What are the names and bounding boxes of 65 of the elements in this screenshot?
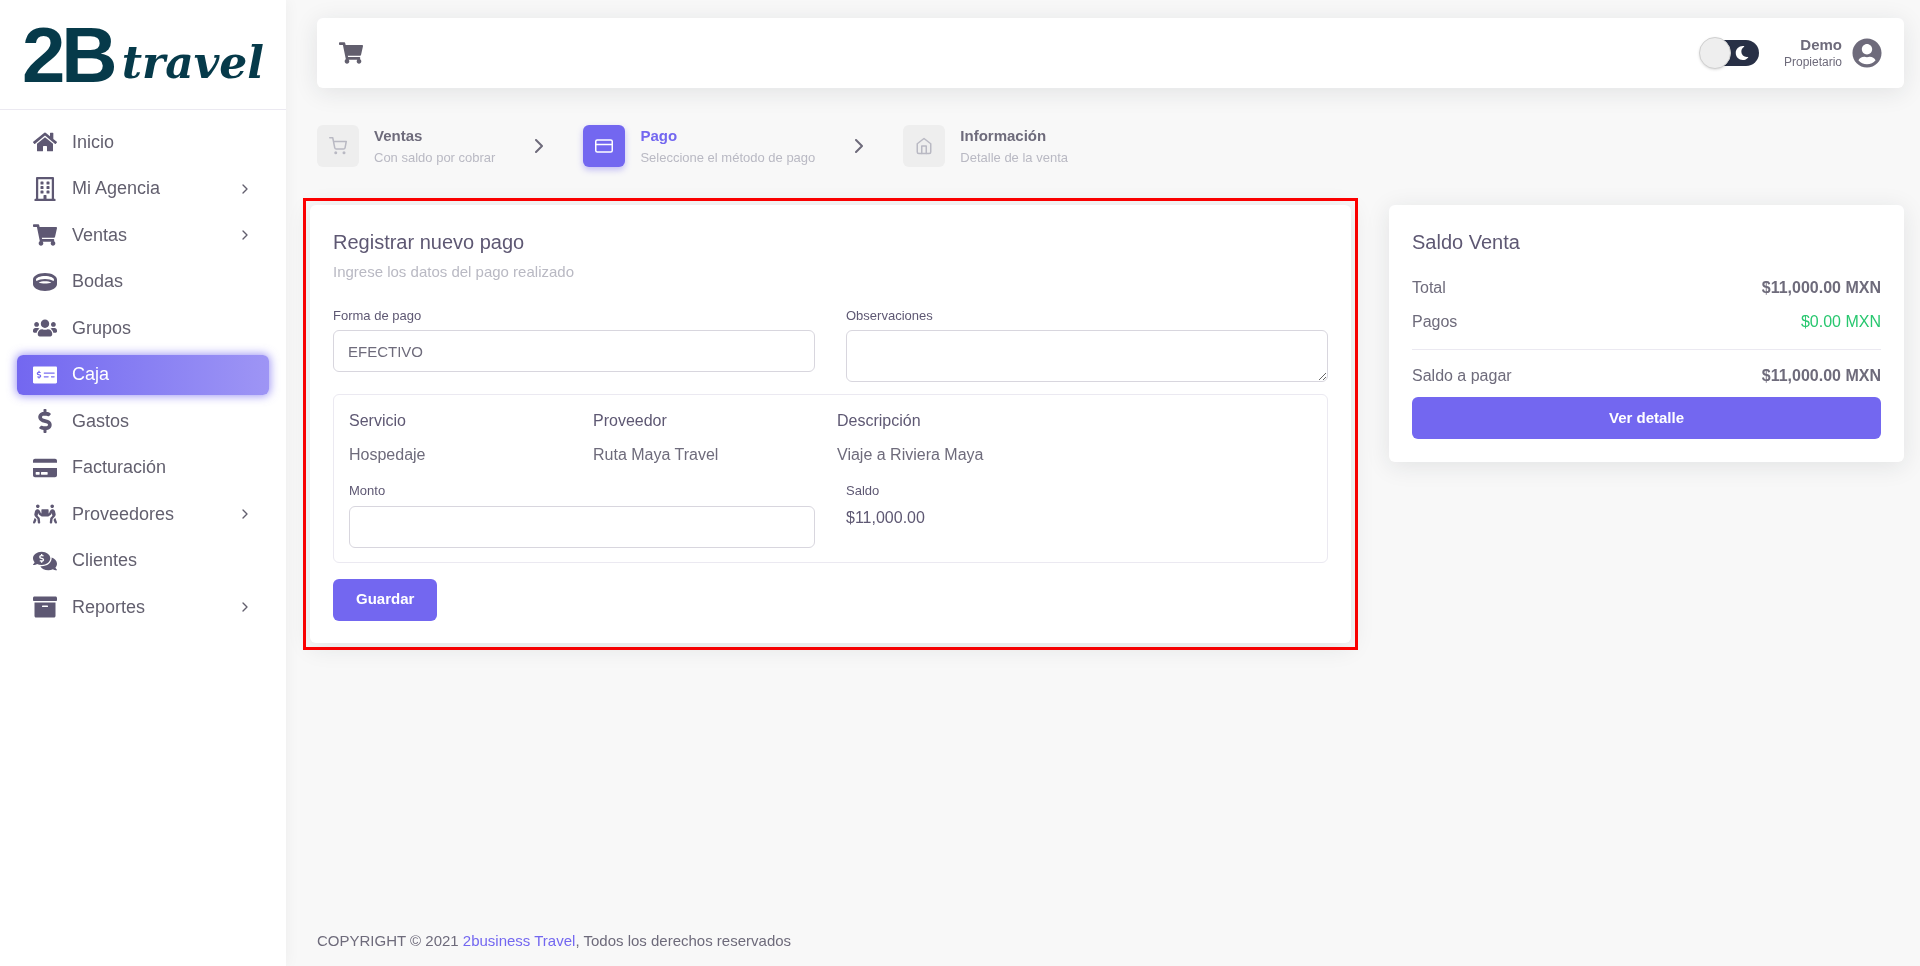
save-button[interactable]: Guardar xyxy=(333,578,438,621)
card-title: Registrar nuevo pago xyxy=(333,230,526,255)
chevron-icon xyxy=(855,139,864,153)
logo-word: travel xyxy=(121,40,264,85)
detail-value: Viaje a Riviera Maya xyxy=(837,445,985,465)
archive-box-icon xyxy=(33,595,57,619)
sidebar-item[interactable]: Bodas xyxy=(17,261,269,302)
sidebar-item[interactable]: Grupos xyxy=(17,308,269,348)
sidebar-item[interactable]: Facturación xyxy=(17,447,269,488)
sidebar-item[interactable]: Reportes xyxy=(17,587,269,627)
field-label: Saldo xyxy=(846,482,881,500)
user-name: Demo xyxy=(1800,36,1842,55)
step-subtitle: Con saldo por cobrar xyxy=(374,148,496,167)
balance-value: $11,000.00 xyxy=(846,507,926,528)
sidebar-item[interactable]: Proveedores xyxy=(17,494,269,534)
sidebar-item[interactable]: Inicio xyxy=(17,122,269,162)
step-subtitle: Detalle de la venta xyxy=(960,148,1068,167)
step[interactable]: Pago Seleccione el método de pago xyxy=(583,125,816,167)
summary-label: Saldo a pagar xyxy=(1412,366,1512,386)
sidebar-item[interactable]: Gastos xyxy=(17,401,269,441)
summary-value: $0.00 MXN xyxy=(1800,312,1881,332)
summary-label: Total xyxy=(1412,278,1446,298)
view-detail-button[interactable]: Ver detalle xyxy=(1412,397,1881,439)
notes-field[interactable] xyxy=(846,330,1328,382)
chevron-icon xyxy=(535,139,544,153)
summary-value: $11,000.00 MXN xyxy=(1761,366,1881,386)
credit-card-icon xyxy=(595,137,614,155)
payment-method-field[interactable]: EFECTIVO xyxy=(333,330,815,372)
step-title: Ventas xyxy=(374,126,424,146)
card-title: Saldo Venta xyxy=(1412,230,1521,255)
logo-mark: 2B xyxy=(22,15,114,94)
user-role: Propietario xyxy=(1783,54,1842,70)
sidebar-item[interactable]: Clientes xyxy=(17,540,269,581)
company-link[interactable]: 2business Travel xyxy=(462,931,576,949)
step-title: Información xyxy=(960,126,1048,146)
sidebar-item[interactable]: Mi Agencia xyxy=(17,168,269,209)
detail-value: Ruta Maya Travel xyxy=(593,445,720,465)
step-title: Pago xyxy=(640,126,679,146)
step-subtitle: Seleccione el método de pago xyxy=(640,148,816,167)
building-icon xyxy=(33,176,57,201)
summary-label: Pagos xyxy=(1412,312,1458,332)
house-icon xyxy=(33,130,57,154)
cart-icon xyxy=(33,223,57,247)
dark-mode-toggle[interactable] xyxy=(1700,40,1759,66)
detail-label: Servicio xyxy=(349,411,407,431)
field-label: Observaciones xyxy=(846,306,934,325)
field-label: Monto xyxy=(349,482,387,500)
step[interactable]: Información Detalle de la venta xyxy=(903,125,1068,167)
footer-text: COPYRIGHT © 2021 2business Travel, Todos los derechos reservados xyxy=(317,930,793,951)
sidebar-item[interactable]: Ventas xyxy=(17,215,269,255)
people-carrying-icon xyxy=(33,502,57,526)
field-label: Forma de pago xyxy=(333,306,423,325)
summary-value: $11,000.00 MXN xyxy=(1761,278,1881,298)
detail-label: Descripción xyxy=(837,411,922,431)
cart-icon[interactable] xyxy=(339,41,363,65)
detail-label: Proveedor xyxy=(593,411,668,431)
detail-value: Hospedaje xyxy=(349,445,427,465)
cart-icon xyxy=(329,137,347,155)
card-subtitle: Ingrese los datos del pago realizado xyxy=(333,262,575,282)
avatar-icon[interactable] xyxy=(1852,38,1882,68)
step[interactable]: Ventas Con saldo por cobrar xyxy=(317,125,496,167)
sidebar-item[interactable]: Caja xyxy=(17,354,269,395)
house-icon xyxy=(915,137,934,155)
moon-icon xyxy=(1734,46,1749,60)
amount-field[interactable] xyxy=(349,505,815,548)
